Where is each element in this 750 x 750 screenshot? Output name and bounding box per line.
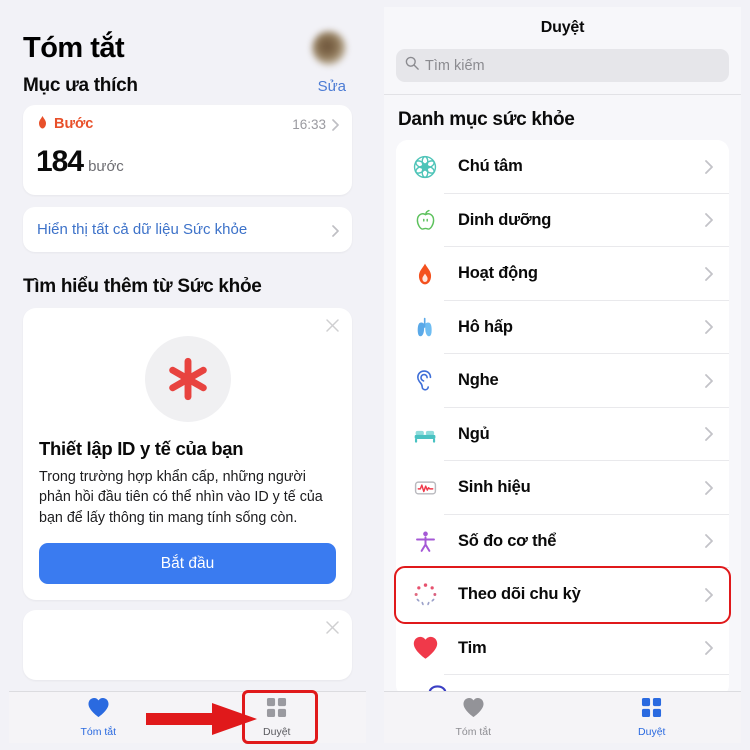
screenshot-root: Tóm tắt Mục ưa thích Sửa Bước 16:33 184 … <box>0 0 750 750</box>
steps-card-header: Bước 16:33 <box>36 116 339 132</box>
category-label: Sinh hiệu <box>458 478 531 497</box>
edit-favorites-button[interactable]: Sửa <box>318 78 346 95</box>
chevron-right-icon <box>705 587 713 602</box>
category-row-hearing[interactable]: Nghe <box>396 354 729 408</box>
category-label: Ngủ <box>458 424 490 443</box>
category-label: Số đo cơ thể <box>458 531 557 550</box>
heart-icon <box>410 633 440 663</box>
category-row-body-measurements[interactable]: Số đo cơ thể <box>396 514 729 568</box>
tab-summary-label: Tóm tắt <box>80 726 117 738</box>
vitals-waveform-icon <box>410 473 440 503</box>
tab-summary-label: Tóm tắt <box>455 726 492 738</box>
category-row-mindfulness[interactable]: Chú tâm <box>396 140 729 194</box>
chevron-right-icon <box>705 213 713 228</box>
favorites-section-header: Mục ưa thích Sửa <box>9 69 366 105</box>
close-icon[interactable] <box>325 620 340 635</box>
show-all-health-data-row[interactable]: Hiển thị tất cả dữ liệu Sức khỏe <box>23 207 352 252</box>
right-phone-viewport: Duyệt Tìm kiếm Danh mục sức khỏe Chú tâm… <box>384 7 741 743</box>
chevron-right-icon <box>332 118 339 131</box>
medical-asterisk-icon <box>144 336 231 422</box>
category-label: Dinh dưỡng <box>458 210 552 229</box>
chevron-right-icon <box>705 427 713 442</box>
search-icon <box>405 56 419 75</box>
grid-squares-icon <box>641 697 662 723</box>
browse-header: Duyệt Tìm kiếm <box>384 7 741 95</box>
health-categories-list: Chú tâm Dinh dưỡng Hoạt động Hô hấp Nghe… <box>394 140 731 697</box>
right-tabbar: Tóm tắt Duyệt <box>384 691 741 743</box>
bed-sleep-icon <box>410 419 440 449</box>
tab-browse[interactable]: Duyệt <box>563 692 742 743</box>
chevron-right-icon <box>705 641 713 656</box>
search-input[interactable]: Tìm kiếm <box>396 49 729 82</box>
chevron-right-icon <box>705 534 713 549</box>
mindfulness-mandala-icon <box>410 152 440 182</box>
chevron-right-icon <box>705 480 713 495</box>
steps-meta-group: 16:33 <box>292 117 339 132</box>
category-label: Tim <box>458 638 487 657</box>
medical-id-body: Trong trường hợp khẩn cấp, những người p… <box>39 469 323 526</box>
nav-title: Duyệt <box>540 19 585 36</box>
apple-nutrition-icon <box>410 205 440 235</box>
search-wrapper: Tìm kiếm <box>384 37 741 94</box>
heart-icon <box>87 697 110 723</box>
chevron-right-icon <box>705 159 713 174</box>
category-label: Hoạt động <box>458 264 538 283</box>
avatar[interactable] <box>312 31 346 65</box>
chevron-right-icon <box>705 320 713 335</box>
search-placeholder: Tìm kiếm <box>425 57 485 74</box>
chevron-right-icon <box>705 266 713 281</box>
steps-timestamp: 16:33 <box>292 116 326 132</box>
right-phone-screen: Duyệt Tìm kiếm Danh mục sức khỏe Chú tâm… <box>375 0 750 750</box>
tab-browse-label: Duyệt <box>263 726 291 738</box>
category-label: Hô hấp <box>458 317 513 336</box>
left-tabbar: Tóm tắt Duyệt <box>9 691 366 743</box>
medical-id-icon-wrap <box>39 336 336 422</box>
close-icon[interactable] <box>325 318 340 333</box>
steps-card[interactable]: Bước 16:33 184 bước <box>23 105 352 195</box>
steps-card-title-group: Bước <box>36 116 93 132</box>
medical-id-promo-card[interactable]: Thiết lập ID y tế của bạn Trong trường h… <box>23 308 352 601</box>
grid-squares-icon <box>266 697 287 723</box>
category-label: Chú tâm <box>458 157 523 176</box>
show-all-health-data-label: Hiển thị tất cả dữ liệu Sức khỏe <box>37 221 248 238</box>
chevron-right-icon <box>705 373 713 388</box>
steps-label: Bước <box>54 116 94 132</box>
tab-browse-label: Duyệt <box>638 726 666 738</box>
tab-summary[interactable]: Tóm tắt <box>9 692 188 743</box>
left-phone-screen: Tóm tắt Mục ưa thích Sửa Bước 16:33 184 … <box>0 0 375 750</box>
category-row-activity[interactable]: Hoạt động <box>396 247 729 301</box>
steps-unit: bước <box>88 158 124 175</box>
steps-value-row: 184 bước <box>36 145 339 179</box>
category-label: Nghe <box>458 371 499 390</box>
body-measure-icon <box>410 526 440 556</box>
favorites-heading: Mục ưa thích <box>23 75 138 96</box>
heart-icon <box>462 697 485 723</box>
left-phone-viewport: Tóm tắt Mục ưa thích Sửa Bước 16:33 184 … <box>9 7 366 743</box>
second-promo-card[interactable] <box>23 610 352 681</box>
lungs-icon <box>410 312 440 342</box>
summary-scroll-area[interactable]: Tóm tắt Mục ưa thích Sửa Bước 16:33 184 … <box>9 7 366 691</box>
category-row-cycle-tracking[interactable]: Theo dõi chu kỳ <box>394 566 731 624</box>
row-separator <box>444 674 729 675</box>
steps-value: 184 <box>36 145 84 178</box>
category-row-nutrition[interactable]: Dinh dưỡng <box>396 193 729 247</box>
category-row-respiratory[interactable]: Hô hấp <box>396 300 729 354</box>
health-categories-title: Danh mục sức khỏe <box>398 109 575 130</box>
ear-hearing-icon <box>410 366 440 396</box>
tab-browse[interactable]: Duyệt <box>188 692 367 743</box>
chevron-right-icon <box>332 224 339 237</box>
category-row-sleep[interactable]: Ngủ <box>396 407 729 461</box>
tab-summary[interactable]: Tóm tắt <box>384 692 563 743</box>
flame-activity-icon <box>410 259 440 289</box>
cycle-tracking-icon <box>410 580 440 610</box>
get-started-button[interactable]: Bắt đầu <box>39 543 336 585</box>
flame-icon <box>36 116 49 132</box>
category-label: Theo dõi chu kỳ <box>458 585 581 604</box>
category-row-heart[interactable]: Tim <box>396 621 729 675</box>
category-row-vitals[interactable]: Sinh hiệu <box>396 461 729 515</box>
medical-id-title: Thiết lập ID y tế của bạn <box>39 438 244 459</box>
summary-header: Tóm tắt <box>9 7 366 69</box>
learn-more-heading: Tìm hiểu thêm từ Sức khỏe <box>23 276 262 297</box>
page-title: Tóm tắt <box>23 31 125 64</box>
